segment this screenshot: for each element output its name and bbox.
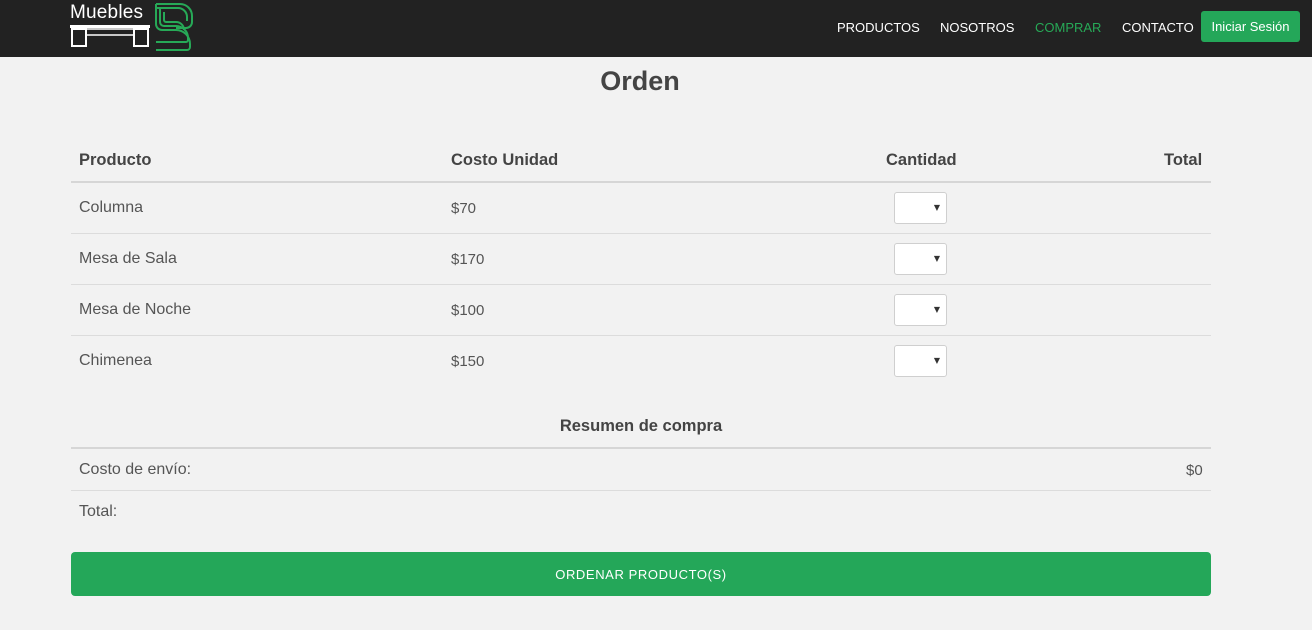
row-divider bbox=[71, 490, 1211, 491]
summary-title: Resumen de compra bbox=[559, 417, 723, 435]
header-cantidad: Cantidad bbox=[886, 151, 957, 169]
summary-divider bbox=[71, 447, 1211, 449]
total-label: Total: bbox=[79, 503, 118, 520]
chevron-down-icon: ▼ bbox=[933, 356, 940, 365]
unit-cost: $100 bbox=[451, 302, 485, 319]
chevron-down-icon: ▼ bbox=[933, 305, 940, 314]
chevron-down-icon: ▼ bbox=[933, 203, 940, 212]
unit-cost: $70 bbox=[451, 200, 477, 217]
shipping-value: $0 bbox=[1186, 462, 1203, 479]
navbar: Muebles PRODUCTOS NOSOTROS COMPRAR CONTA… bbox=[0, 0, 1312, 57]
header-producto: Producto bbox=[79, 151, 152, 169]
row-divider bbox=[71, 284, 1211, 285]
table-header-divider bbox=[71, 181, 1211, 183]
unit-cost: $170 bbox=[451, 251, 485, 268]
nav-link-comprar[interactable]: COMPRAR bbox=[1035, 20, 1101, 36]
quantity-select[interactable]: ▼ bbox=[894, 243, 947, 275]
brand-logo[interactable]: Muebles bbox=[70, 2, 194, 52]
nav-link-nosotros[interactable]: NOSOTROS bbox=[940, 20, 1014, 36]
chevron-down-icon: ▼ bbox=[933, 254, 940, 263]
quantity-select[interactable]: ▼ bbox=[894, 294, 947, 326]
order-products-button[interactable]: ORDENAR PRODUCTO(S) bbox=[71, 552, 1211, 596]
nav-link-productos[interactable]: PRODUCTOS bbox=[837, 20, 920, 36]
brand-name: Muebles bbox=[70, 2, 144, 23]
unit-cost: $150 bbox=[451, 353, 485, 370]
quantity-select[interactable]: ▼ bbox=[894, 345, 947, 377]
shipping-label: Costo de envío: bbox=[79, 461, 192, 478]
quantity-select[interactable]: ▼ bbox=[894, 192, 947, 224]
page-title: Orden bbox=[600, 66, 680, 96]
product-name: Columna bbox=[79, 199, 144, 216]
row-divider bbox=[71, 335, 1211, 336]
login-button[interactable]: Iniciar Sesión bbox=[1201, 11, 1300, 42]
nav-link-contacto[interactable]: CONTACTO bbox=[1122, 20, 1194, 36]
row-divider bbox=[71, 233, 1211, 234]
header-costo-unidad: Costo Unidad bbox=[451, 151, 559, 169]
product-name: Mesa de Noche bbox=[79, 301, 192, 318]
header-total: Total bbox=[1164, 151, 1203, 169]
product-name: Mesa de Sala bbox=[79, 250, 177, 267]
product-name: Chimenea bbox=[79, 352, 152, 369]
